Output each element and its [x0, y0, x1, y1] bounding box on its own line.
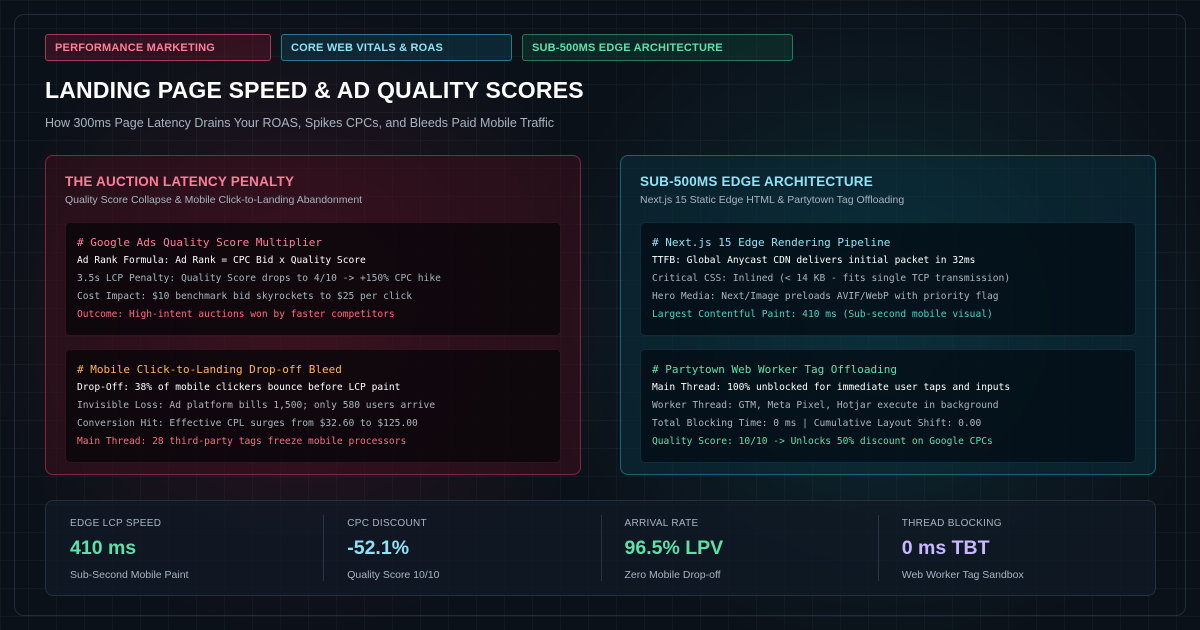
stat-cpc-discount: CPC DISCOUNT -52.1% Quality Score 10/10 [323, 501, 600, 595]
stat-edge-lcp: EDGE LCP SPEED 410 ms Sub-Second Mobile … [46, 501, 323, 595]
canvas: PERFORMANCE MARKETING CORE WEB VITALS & … [0, 0, 1200, 630]
code-heading: # Mobile Click-to-Landing Drop-off Bleed [77, 363, 342, 376]
code-line: Invisible Loss: Ad platform bills 1,500;… [77, 400, 436, 411]
code-line: Worker Thread: GTM, Meta Pixel, Hotjar e… [652, 400, 999, 411]
code-line: Main Thread: 100% unblocked for immediat… [652, 382, 1011, 393]
code-line: Hero Media: Next/Image preloads AVIF/Web… [652, 291, 999, 302]
stat-value: 410 ms [70, 537, 137, 559]
panel-subtitle: Quality Score Collapse & Mobile Click-to… [65, 194, 363, 206]
page-subtitle: How 300ms Page Latency Drains Your ROAS,… [45, 116, 555, 130]
tag-performance-marketing: PERFORMANCE MARKETING [45, 34, 271, 61]
code-heading: # Google Ads Quality Score Multiplier [77, 236, 323, 249]
code-block-mobile-dropoff: # Mobile Click-to-Landing Drop-off Bleed… [65, 349, 561, 463]
code-line: 3.5s LCP Penalty: Quality Score drops to… [77, 273, 441, 284]
stats-bar: EDGE LCP SPEED 410 ms Sub-Second Mobile … [45, 500, 1156, 596]
code-line: Ad Rank Formula: Ad Rank = CPC Bid x Qua… [77, 255, 366, 266]
code-line: Cost Impact: $10 benchmark bid skyrocket… [77, 291, 413, 302]
code-heading: # Next.js 15 Edge Rendering Pipeline [652, 236, 891, 249]
stat-note: Web Worker Tag Sandbox [901, 569, 1024, 581]
stat-thread-blocking: THREAD BLOCKING 0 ms TBT Web Worker Tag … [877, 501, 1155, 595]
stat-note: Sub-Second Mobile Paint [70, 569, 189, 581]
code-line: Drop-Off: 38% of mobile clickers bounce … [77, 382, 401, 393]
code-line: Quality Score: 10/10 -> Unlocks 50% disc… [652, 436, 993, 447]
stat-note: Zero Mobile Drop-off [624, 569, 721, 581]
code-line: Total Blocking Time: 0 ms | Cumulative L… [652, 418, 982, 429]
stat-arrival-rate: ARRIVAL RATE 96.5% LPV Zero Mobile Drop-… [600, 501, 878, 595]
code-block-partytown: # Partytown Web Worker Tag Offloading Ma… [640, 349, 1136, 463]
stat-value: -52.1% [347, 537, 410, 559]
latency-penalty-panel: THE AUCTION LATENCY PENALTY Quality Scor… [45, 155, 581, 475]
panel-title: THE AUCTION LATENCY PENALTY [65, 174, 295, 189]
panel-subtitle: Next.js 15 Static Edge HTML & Partytown … [640, 194, 905, 206]
edge-architecture-panel: SUB-500MS EDGE ARCHITECTURE Next.js 15 S… [620, 155, 1156, 475]
tag-core-web-vitals: CORE WEB VITALS & ROAS [281, 34, 512, 61]
stat-label: ARRIVAL RATE [624, 518, 699, 529]
code-line: Critical CSS: Inlined (< 14 KB - fits si… [652, 273, 1011, 284]
tag-row: PERFORMANCE MARKETING CORE WEB VITALS & … [45, 34, 793, 61]
code-line: Outcome: High-intent auctions won by fas… [77, 309, 395, 320]
code-heading: # Partytown Web Worker Tag Offloading [652, 363, 898, 376]
code-line: Conversion Hit: Effective CPL surges fro… [77, 418, 418, 429]
stat-label: EDGE LCP SPEED [70, 518, 162, 529]
code-line: Largest Contentful Paint: 410 ms (Sub-se… [652, 309, 993, 320]
stat-label: CPC DISCOUNT [347, 518, 427, 529]
code-line: TTFB: Global Anycast CDN delivers initia… [652, 255, 976, 266]
code-block-quality-score: # Google Ads Quality Score Multiplier Ad… [65, 222, 561, 336]
stat-note: Quality Score 10/10 [347, 569, 440, 581]
page-title: LANDING PAGE SPEED & AD QUALITY SCORES [45, 77, 584, 103]
code-block-edge-pipeline: # Next.js 15 Edge Rendering Pipeline TTF… [640, 222, 1136, 336]
stat-value: 96.5% LPV [624, 537, 724, 559]
code-line: Main Thread: 28 third-party tags freeze … [77, 436, 407, 447]
stat-value: 0 ms TBT [901, 537, 990, 559]
tag-edge-architecture: SUB-500MS EDGE ARCHITECTURE [522, 34, 793, 61]
panel-title: SUB-500MS EDGE ARCHITECTURE [640, 174, 873, 189]
stat-label: THREAD BLOCKING [901, 518, 1002, 529]
